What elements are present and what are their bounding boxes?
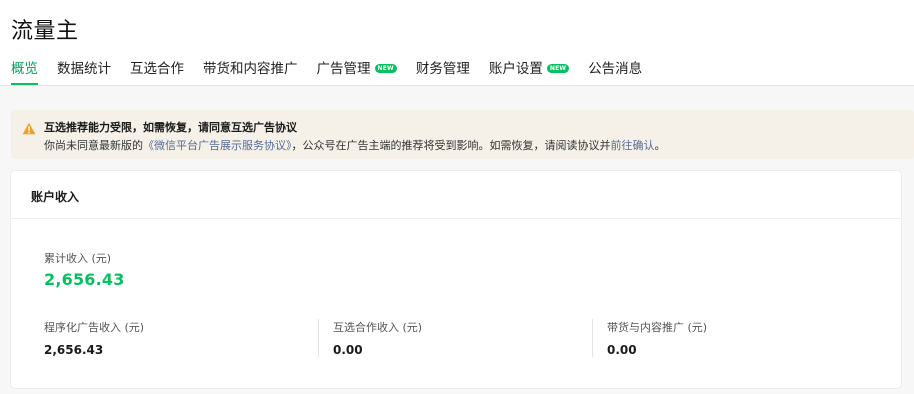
notice-title: 互选推荐能力受限，如需恢复，请同意互选广告协议: [44, 121, 297, 134]
metric-divider: [592, 319, 593, 357]
metric-value: 2,656.43: [44, 343, 104, 357]
account-income-card: 账户收入 累计收入 (元) 2,656.43 程序化广告收入 (元) 2,656…: [11, 171, 901, 388]
header-divider: [0, 85, 914, 86]
metric-label: 互选合作收入 (元): [333, 321, 423, 334]
metric-divider: [318, 319, 319, 357]
metric-label: 程序化广告收入 (元): [44, 321, 145, 334]
warning-notice: 互选推荐能力受限，如需恢复，请同意互选广告协议 你尚未同意最新版的《微信平台广告…: [11, 110, 914, 159]
tab-label: 账户设置: [488, 61, 543, 77]
tab-overview[interactable]: 概览: [11, 59, 38, 85]
card-header: 账户收入: [11, 171, 901, 219]
tab-bar: 概览 数据统计 互选合作 带货和内容推广 广告管理 NEW 财务管理 账户设置 …: [11, 59, 661, 85]
tab-label: 互选合作: [130, 61, 184, 77]
tab-commerce-promotion[interactable]: 带货和内容推广: [203, 59, 298, 85]
agreement-link[interactable]: 《微信平台广告展示服务协议》: [143, 139, 292, 152]
warning-icon: [22, 120, 36, 135]
tab-finance-management[interactable]: 财务管理: [416, 59, 470, 85]
metric-value: 0.00: [333, 343, 363, 357]
tab-label: 广告管理: [316, 61, 371, 77]
notice-body: 你尚未同意最新版的《微信平台广告展示服务协议》，公众号在广告主端的推荐将受到影响…: [44, 137, 666, 153]
tab-label: 公告消息: [588, 61, 643, 77]
mutual-selection-income: 互选合作收入 (元) 0.00: [333, 319, 422, 359]
tab-ad-management[interactable]: 广告管理 NEW: [317, 59, 397, 85]
top-header: 流量主 概览 数据统计 互选合作 带货和内容推广 广告管理 NEW 财务管理 账…: [0, 0, 914, 86]
notice-text-prefix: 你尚未同意最新版的: [44, 139, 143, 152]
tab-announcements[interactable]: 公告消息: [588, 59, 642, 85]
tab-label: 财务管理: [415, 61, 470, 77]
metric-value: 0.00: [607, 343, 637, 357]
tab-label: 带货和内容推广: [203, 61, 298, 77]
metric-label: 带货与内容推广 (元): [607, 321, 708, 334]
programmatic-ad-income: 程序化广告收入 (元) 2,656.43: [44, 319, 144, 359]
new-badge: NEW: [374, 64, 397, 73]
tab-label: 数据统计: [57, 61, 111, 77]
total-income-label: 累计收入 (元): [44, 252, 112, 265]
tab-data-statistics[interactable]: 数据统计: [57, 59, 111, 85]
new-badge: NEW: [546, 64, 570, 73]
commerce-promotion-income: 带货与内容推广 (元) 0.00: [607, 319, 707, 359]
notice-text-suffix: 。: [654, 139, 666, 152]
tab-account-settings[interactable]: 账户设置 NEW: [488, 59, 570, 85]
tab-label: 概览: [11, 61, 38, 77]
card-title: 账户收入: [31, 190, 80, 204]
total-income-value: 2,656.43: [44, 270, 125, 289]
confirm-link[interactable]: 前往确认: [611, 139, 655, 152]
page-title: 流量主: [11, 19, 79, 44]
tab-mutual-selection[interactable]: 互选合作: [130, 59, 184, 85]
notice-text-middle: ，公众号在广告主端的推荐将受到影响。如需恢复，请阅读协议并: [291, 139, 611, 152]
